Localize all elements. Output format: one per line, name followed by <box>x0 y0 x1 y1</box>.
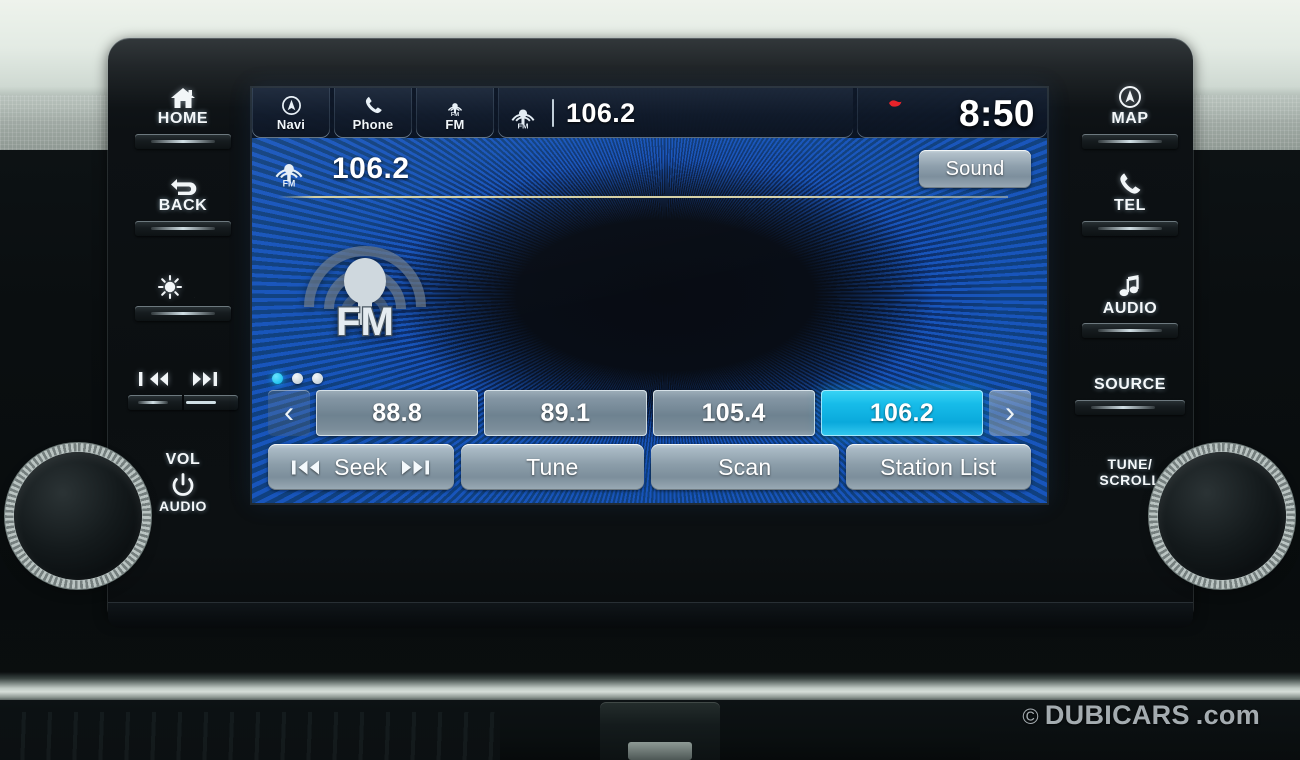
sound-button[interactable]: Sound <box>919 150 1031 188</box>
brightness-key-bar[interactable] <box>135 305 231 321</box>
vol-label: VOL <box>165 450 201 468</box>
dubicars-watermark: © DUBICARS .com <box>1022 700 1260 731</box>
status-frequency: 106.2 <box>566 97 636 128</box>
source-button[interactable]: SOURCE <box>1065 376 1195 416</box>
status-right-cluster: 8:50 <box>857 88 1047 138</box>
chevron-right-icon: › <box>1005 396 1015 429</box>
preset-row: ‹ 88.8 89.1 105.4 106.2 › <box>268 390 1031 436</box>
source-frequency: 106.2 <box>332 152 410 185</box>
head-unit-bottom-bezel <box>108 602 1193 628</box>
source-key-bar[interactable] <box>1075 400 1185 416</box>
map-button-label: MAP <box>1111 110 1149 127</box>
fm-radio-icon: FM <box>270 150 308 188</box>
navigation-arrow-icon <box>281 94 302 116</box>
tel-button-label: TEL <box>1113 196 1147 214</box>
home-button[interactable]: HOME <box>118 80 248 149</box>
music-note-icon <box>1065 270 1195 300</box>
source-header: FM 106.2 Sound <box>252 138 1047 200</box>
watermark-brand: DUBICARS <box>1044 700 1190 730</box>
svg-text:FM: FM <box>451 111 459 116</box>
page-dot-1[interactable] <box>272 373 283 384</box>
right-button-column: MAP TEL AUDIO SOURCE TUNE/ SCROLL <box>1065 80 1195 492</box>
track-skip-buttons[interactable] <box>118 359 248 410</box>
fm-radio-icon: FM <box>506 97 540 130</box>
air-vent-left <box>0 712 500 760</box>
brightness-day-night-icon <box>118 270 248 300</box>
radio-controls-row: Seek Tune Scan Station List <box>268 444 1031 490</box>
scan-button[interactable]: Scan <box>651 444 839 490</box>
seek-button[interactable]: Seek <box>268 444 454 490</box>
status-bar: Navi Phone FM FM FM 106.2 8:50 <box>252 88 1047 138</box>
infotainment-screenshot: HOME BACK VOL AUDIO MAP TEL AUDIO SOURCE… <box>0 0 1300 760</box>
audio-button-label: AUDIO <box>1102 299 1158 317</box>
audio-button[interactable]: AUDIO <box>1065 270 1195 339</box>
back-button-label: BACK <box>158 196 208 214</box>
watermark-tld: .com <box>1195 700 1260 730</box>
map-key-bar[interactable] <box>1082 133 1178 149</box>
volume-knob[interactable] <box>14 452 142 580</box>
copyright-icon: © <box>1022 704 1039 729</box>
svg-text:FM: FM <box>283 179 296 188</box>
tel-button[interactable]: TEL <box>1065 167 1195 236</box>
display-brightness-button[interactable] <box>118 270 248 321</box>
skip-back-icon <box>292 459 322 476</box>
tab-phone[interactable]: Phone <box>334 88 412 138</box>
map-pin-icon <box>1065 80 1195 110</box>
page-dot-2[interactable] <box>292 373 303 384</box>
preset-prev-button[interactable]: ‹ <box>268 390 310 436</box>
clock: 8:50 <box>958 92 1035 134</box>
phone-handset-icon <box>363 94 384 116</box>
seek-label: Seek <box>334 453 388 480</box>
home-button-label: HOME <box>157 110 209 127</box>
fm-radio-large-icon: FM <box>304 246 426 343</box>
tune-button[interactable]: Tune <box>460 444 645 490</box>
tab-phone-label: Phone <box>352 117 394 132</box>
track-prev-next-icon <box>118 359 248 389</box>
preset-next-button[interactable]: › <box>989 390 1031 436</box>
status-divider <box>552 99 554 127</box>
track-skip-key-bar[interactable] <box>128 394 238 410</box>
home-icon <box>118 80 248 110</box>
svg-text:FM: FM <box>518 121 529 130</box>
preset-button-2[interactable]: 89.1 <box>484 390 647 436</box>
fm-radio-icon: FM <box>443 94 467 117</box>
svg-text:FM: FM <box>336 300 394 343</box>
left-button-column: HOME BACK VOL AUDIO <box>118 80 248 518</box>
center-control-plate <box>600 702 720 760</box>
tel-key-bar[interactable] <box>1082 220 1178 236</box>
source-button-label: SOURCE <box>1093 376 1167 394</box>
preset-button-4[interactable]: 106.2 <box>820 390 983 436</box>
back-arrow-icon <box>118 167 248 197</box>
preset-button-3[interactable]: 105.4 <box>652 390 815 436</box>
phone-icon <box>1065 167 1195 197</box>
tune-scroll-knob[interactable] <box>1158 452 1286 580</box>
preset-button-1[interactable]: 88.8 <box>316 390 479 436</box>
back-button[interactable]: BACK <box>118 167 248 236</box>
skip-forward-icon <box>399 459 430 476</box>
audio-key-bar[interactable] <box>1082 323 1178 339</box>
chevron-left-icon: ‹ <box>284 396 294 429</box>
tab-navi[interactable]: Navi <box>252 88 330 138</box>
touchscreen-display[interactable]: Navi Phone FM FM FM 106.2 8:50 FM 106.2 … <box>252 88 1047 503</box>
home-key-bar[interactable] <box>135 133 231 149</box>
tab-fm[interactable]: FM FM <box>416 88 494 138</box>
now-playing-summary[interactable]: FM 106.2 <box>498 88 853 138</box>
tab-fm-label: FM <box>445 117 465 132</box>
red-alert-icon <box>887 98 903 111</box>
source-underline <box>278 196 1008 198</box>
tab-navi-label: Navi <box>276 117 306 132</box>
preset-page-indicator <box>272 373 323 384</box>
map-button[interactable]: MAP <box>1065 80 1195 149</box>
back-key-bar[interactable] <box>135 220 231 236</box>
fm-artwork: FM <box>290 216 440 346</box>
page-dot-3[interactable] <box>312 373 323 384</box>
station-list-button[interactable]: Station List <box>845 444 1031 490</box>
